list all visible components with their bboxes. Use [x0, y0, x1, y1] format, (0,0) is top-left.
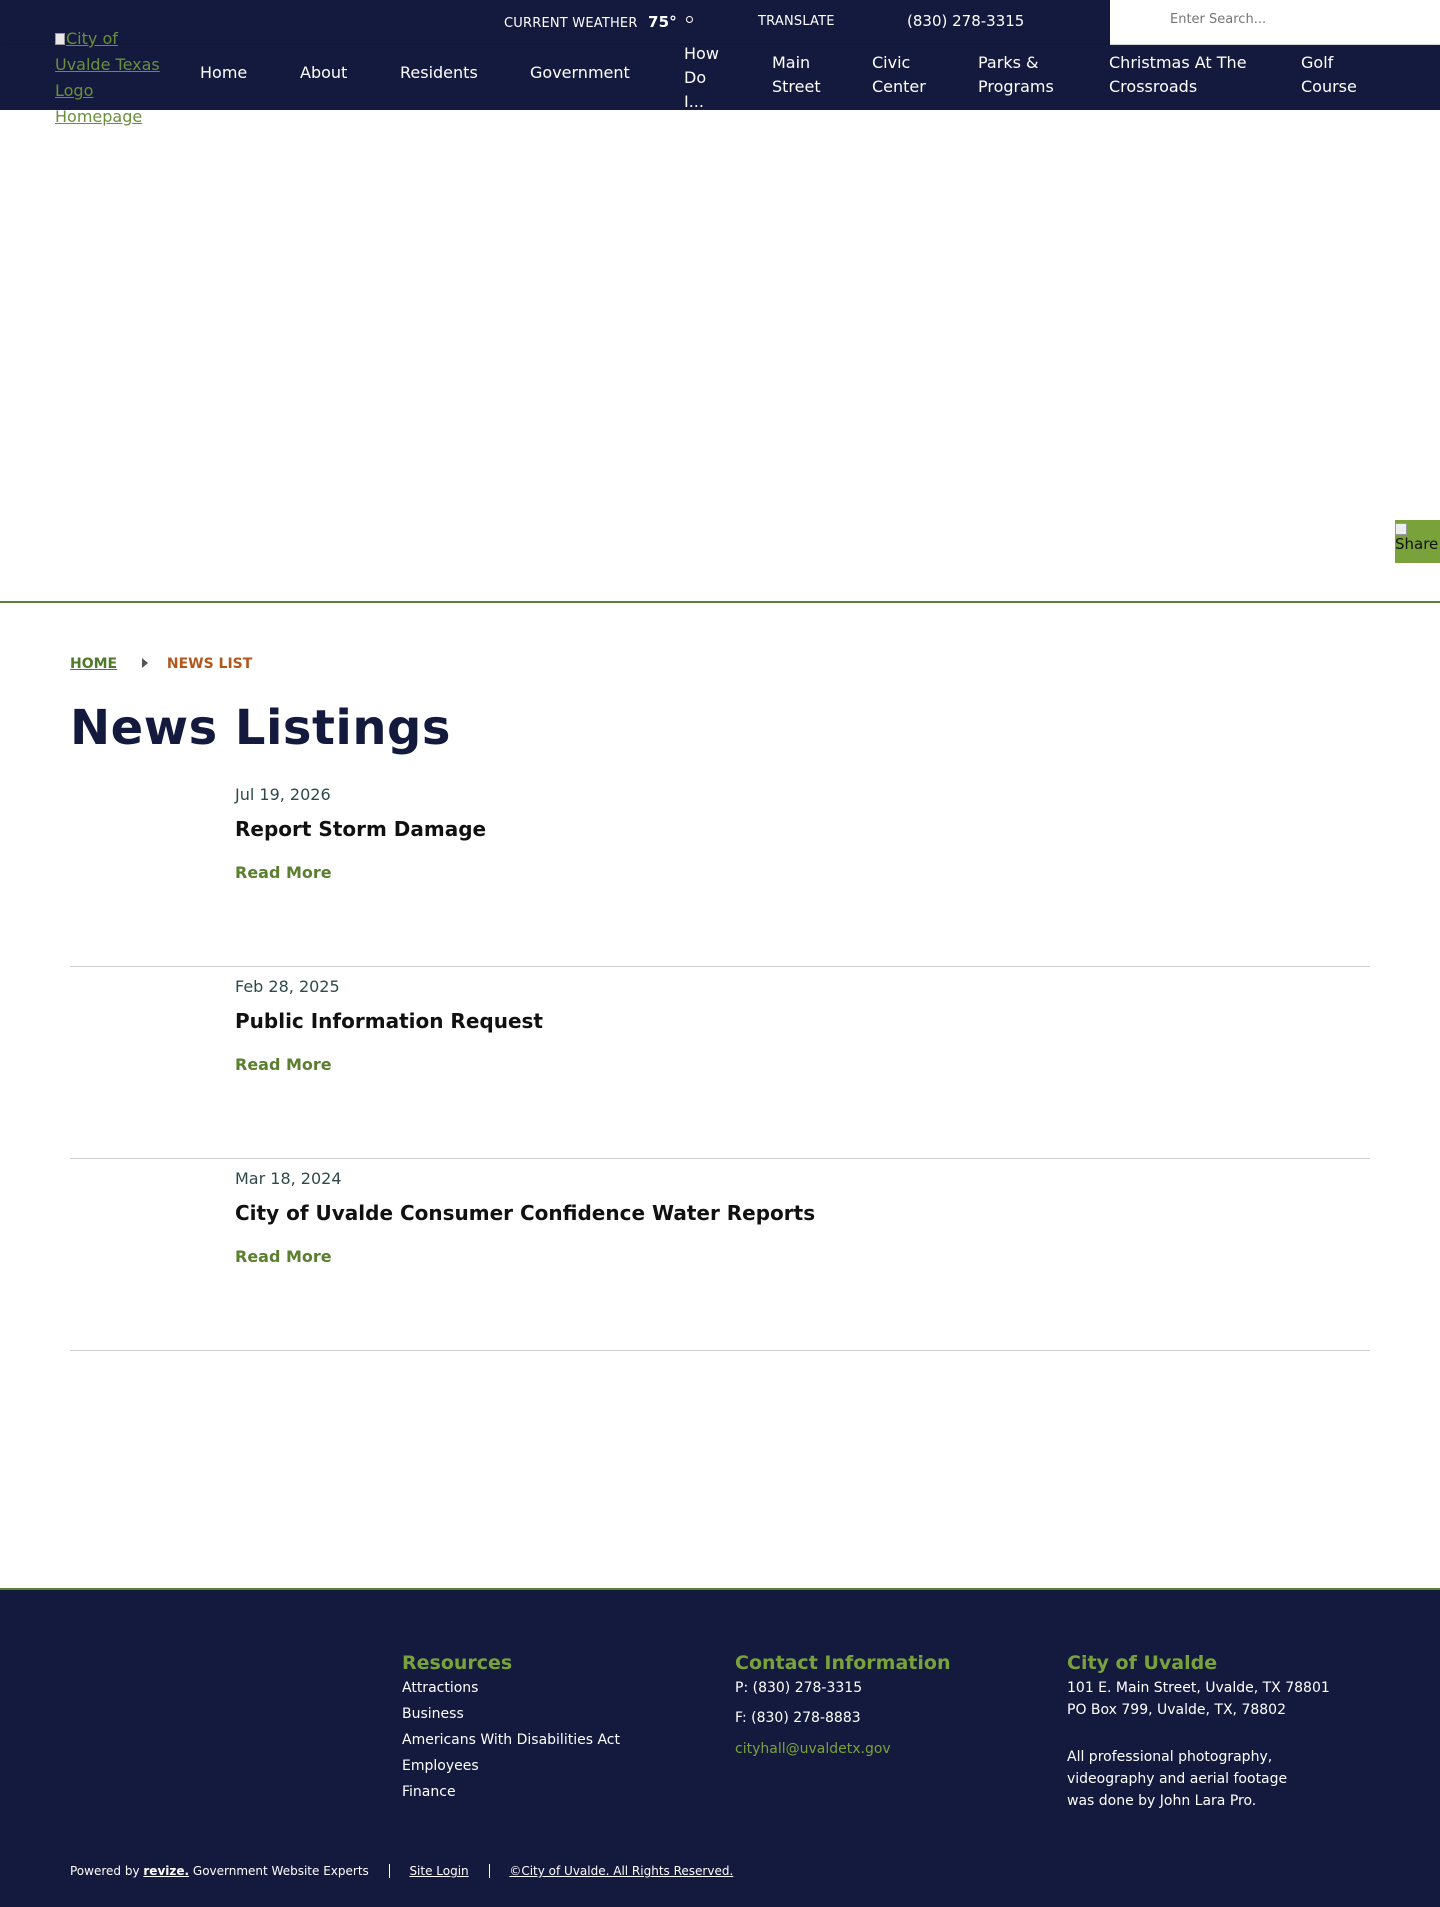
search-box — [1110, 0, 1440, 45]
nav-item-parks-programs[interactable]: Parks & Programs — [978, 51, 1068, 99]
footer-resources-heading: Resources — [402, 1652, 513, 1674]
footer-link-finance[interactable]: Finance — [402, 1784, 456, 1800]
footer-bottom-bar: Powered by revize. Government Website Ex… — [70, 1864, 733, 1878]
read-more-link[interactable]: Read More — [235, 863, 332, 882]
footer-address-pobox: PO Box 799, Uvalde, TX, 78802 — [1067, 1702, 1286, 1718]
breadcrumb-home-link[interactable]: HOME — [70, 656, 117, 672]
weather-temperature: 75° — [647, 13, 677, 31]
news-date: Mar 18, 2024 — [235, 1169, 342, 1188]
nav-item-main-street[interactable]: Main Street — [772, 51, 832, 99]
footer-email-link[interactable]: cityhall@uvaldetx.gov — [735, 1741, 891, 1757]
broken-image-icon — [55, 33, 65, 45]
weather-icon — [686, 16, 694, 23]
revize-link[interactable]: revize. — [143, 1864, 189, 1878]
footer-contact-heading: Contact Information — [735, 1652, 951, 1674]
footer-link-employees[interactable]: Employees — [402, 1758, 479, 1774]
read-more-link[interactable]: Read More — [235, 1055, 332, 1074]
powered-by-suffix: Government Website Experts — [192, 1864, 369, 1878]
current-weather[interactable]: CURRENT WEATHER 75° — [504, 13, 694, 31]
hero-banner — [0, 110, 1440, 603]
logo-alt-text: City of Uvalde Texas Logo Homepage — [55, 29, 160, 126]
page-title: News Listings — [70, 700, 451, 756]
news-list-item: Mar 18, 2024 City of Uvalde Consumer Con… — [70, 1159, 1370, 1351]
share-label: Share — [1395, 535, 1439, 553]
news-list-item: Jul 19, 2026 Report Storm Damage Read Mo… — [70, 775, 1370, 967]
footer-phone[interactable]: P: (830) 278-3315 — [735, 1680, 862, 1696]
footer-city-heading: City of Uvalde — [1067, 1652, 1218, 1674]
breadcrumb-arrow-icon — [142, 658, 148, 668]
news-date: Feb 28, 2025 — [235, 977, 340, 996]
breadcrumb: HOME NEWS LIST — [70, 656, 252, 672]
news-title[interactable]: Report Storm Damage — [235, 817, 486, 841]
nav-item-golf-course[interactable]: Golf Course — [1301, 51, 1376, 99]
nav-item-home[interactable]: Home — [200, 61, 247, 85]
translate-button[interactable]: TRANSLATE — [758, 14, 835, 29]
read-more-link[interactable]: Read More — [235, 1247, 332, 1266]
nav-item-government[interactable]: Government — [530, 61, 630, 85]
nav-item-how-do-i[interactable]: How Do I... — [684, 42, 729, 114]
footer-link-ada[interactable]: Americans With Disabilities Act — [402, 1732, 620, 1748]
footer-link-attractions[interactable]: Attractions — [402, 1680, 478, 1696]
search-input[interactable] — [1170, 12, 1420, 27]
news-title[interactable]: Public Information Request — [235, 1009, 543, 1033]
site-login-link[interactable]: Site Login — [409, 1864, 468, 1878]
news-title[interactable]: City of Uvalde Consumer Confidence Water… — [235, 1201, 815, 1225]
news-date: Jul 19, 2026 — [235, 785, 331, 804]
nav-item-about[interactable]: About — [300, 61, 347, 85]
powered-by-prefix: Powered by — [70, 1864, 140, 1878]
footer-address-street: 101 E. Main Street, Uvalde, TX 78801 — [1067, 1680, 1330, 1696]
share-button[interactable]: Share — [1395, 520, 1440, 563]
weather-label: CURRENT WEATHER — [504, 16, 638, 31]
nav-item-residents[interactable]: Residents — [400, 61, 478, 85]
broken-image-icon — [1395, 523, 1407, 535]
top-utility-bar: CURRENT WEATHER 75° TRANSLATE (830) 278-… — [0, 0, 1440, 45]
divider — [488, 1864, 490, 1878]
footer-link-business[interactable]: Business — [402, 1706, 464, 1722]
copyright-link[interactable]: ©City of Uvalde. All Rights Reserved. — [509, 1864, 733, 1878]
footer-photo-credit-line: was done by John Lara Pro. — [1067, 1793, 1257, 1809]
nav-item-civic-center[interactable]: Civic Center — [872, 51, 942, 99]
breadcrumb-current: NEWS LIST — [166, 656, 253, 672]
site-logo-link[interactable]: City of Uvalde Texas Logo Homepage — [55, 26, 170, 130]
footer-photo-credit-line: videography and aerial footage — [1067, 1771, 1288, 1787]
site-footer — [0, 1588, 1440, 1907]
footer-photo-credit-line: All professional photography, — [1067, 1749, 1273, 1765]
nav-item-christmas-at-the-crossroads[interactable]: Christmas At The Crossroads — [1109, 51, 1264, 99]
news-list-item: Feb 28, 2025 Public Information Request … — [70, 967, 1370, 1159]
footer-fax: F: (830) 278-8883 — [735, 1710, 861, 1726]
header-phone-link[interactable]: (830) 278-3315 — [907, 12, 1024, 30]
divider — [388, 1864, 390, 1878]
main-navigation: Home About Residents Government How Do I… — [0, 44, 1440, 111]
